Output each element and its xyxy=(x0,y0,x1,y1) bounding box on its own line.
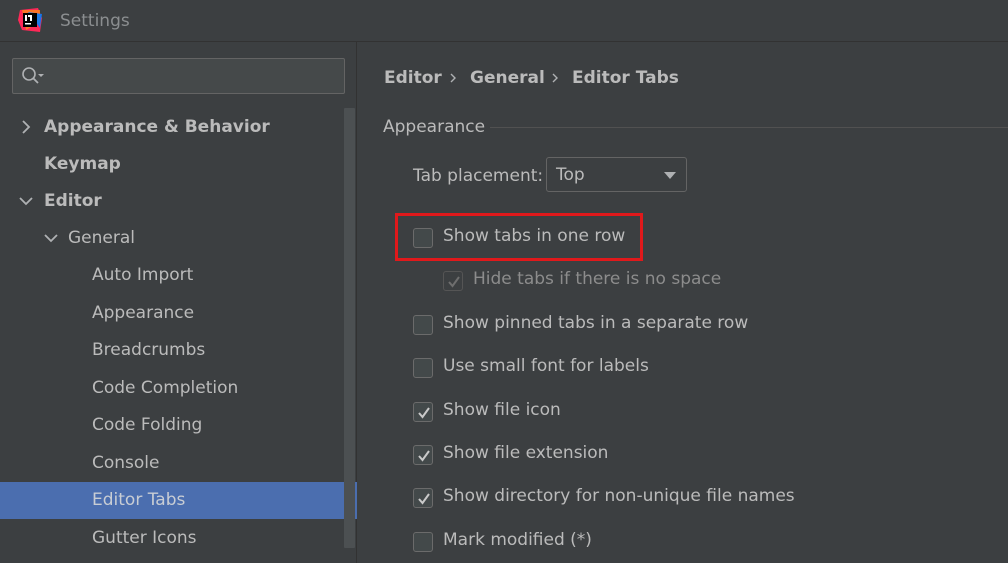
tab-placement-value: Top xyxy=(556,165,585,185)
tree-item-label: Editor Tabs xyxy=(92,490,186,510)
sidebar-scrollbar[interactable] xyxy=(344,108,355,548)
option-label: Show file icon xyxy=(443,400,561,420)
option-label: Show file extension xyxy=(443,443,609,463)
breadcrumb-separator-icon xyxy=(552,73,558,83)
tab-placement-label: Tab placement: xyxy=(413,166,544,186)
tree-item-appearance[interactable]: Appearance xyxy=(0,295,344,332)
option-label: Use small font for labels xyxy=(443,356,649,376)
option-label: Show directory for non-unique file names xyxy=(443,486,795,506)
checkmark-icon xyxy=(418,407,430,419)
option-label: Mark modified (*) xyxy=(443,530,592,550)
option-label: Show pinned tabs in a separate row xyxy=(443,313,749,333)
chevron-down-icon[interactable] xyxy=(19,194,33,208)
tree-item-appearance-behavior[interactable]: Appearance & Behavior xyxy=(0,109,344,146)
tree-item-keymap[interactable]: Keymap xyxy=(0,146,344,183)
checkbox[interactable] xyxy=(413,488,433,508)
checkbox[interactable] xyxy=(413,402,433,422)
tree-item-code-folding[interactable]: Code Folding xyxy=(0,407,344,444)
tree-item-console[interactable]: Console xyxy=(0,445,344,482)
tree-item-editor-tabs[interactable]: Editor Tabs xyxy=(0,482,357,519)
highlight-annotation xyxy=(395,213,643,261)
tree-item-label: Keymap xyxy=(44,154,121,174)
breadcrumb-item[interactable]: Editor xyxy=(384,68,442,88)
chevron-down-icon[interactable] xyxy=(44,231,58,245)
checkbox[interactable] xyxy=(413,532,433,552)
checkbox xyxy=(443,271,463,291)
checkmark-icon xyxy=(418,450,430,462)
search-box[interactable] xyxy=(12,58,345,94)
title-bar: Settings xyxy=(0,0,1008,42)
intellij-logo-icon xyxy=(18,8,42,32)
tree-item-label: Code Completion xyxy=(92,378,239,398)
tree-item-editor[interactable]: Editor xyxy=(0,183,344,220)
tree-item-label: Gutter Icons xyxy=(92,528,197,548)
checkmark-icon xyxy=(448,276,460,288)
checkbox[interactable] xyxy=(413,358,433,378)
breadcrumb-separator-icon xyxy=(450,73,456,83)
option-label: Hide tabs if there is no space xyxy=(473,269,722,289)
tree-item-general[interactable]: General xyxy=(0,220,344,257)
tree-item-label: Breadcrumbs xyxy=(92,340,206,360)
tree-item-auto-import[interactable]: Auto Import xyxy=(0,257,344,294)
tree-item-gutter-icons[interactable]: Gutter Icons xyxy=(0,520,344,557)
checkmark-icon xyxy=(418,493,430,505)
tree-item-label: Console xyxy=(92,453,160,473)
tree-item-label: General xyxy=(68,228,135,248)
tree-item-label: Appearance xyxy=(92,303,195,323)
chevron-right-icon[interactable] xyxy=(19,120,33,134)
tree-item-breadcrumbs[interactable]: Breadcrumbs xyxy=(0,332,344,369)
tree-item-label: Auto Import xyxy=(92,265,194,285)
settings-main-panel: Editor General Editor Tabs Appearance Ta… xyxy=(358,42,1008,563)
search-icon[interactable] xyxy=(21,66,45,86)
group-divider xyxy=(490,127,1008,128)
search-input[interactable] xyxy=(47,59,337,93)
window-title: Settings xyxy=(60,11,130,31)
appearance-group-title: Appearance xyxy=(383,117,486,137)
checkbox[interactable] xyxy=(413,445,433,465)
tree-item-label: Appearance & Behavior xyxy=(44,117,270,137)
tree-item-label: Editor xyxy=(44,191,102,211)
checkbox[interactable] xyxy=(413,315,433,335)
tree-item-code-completion[interactable]: Code Completion xyxy=(0,370,344,407)
breadcrumb-item[interactable]: General xyxy=(470,68,545,88)
settings-sidebar: Appearance & Behavior Keymap Editor Gene… xyxy=(0,42,357,563)
dropdown-arrow-icon xyxy=(664,172,676,179)
tab-placement-select[interactable]: Top xyxy=(546,157,687,192)
tree-item-label: Code Folding xyxy=(92,415,203,435)
breadcrumb-item-current: Editor Tabs xyxy=(572,68,679,88)
